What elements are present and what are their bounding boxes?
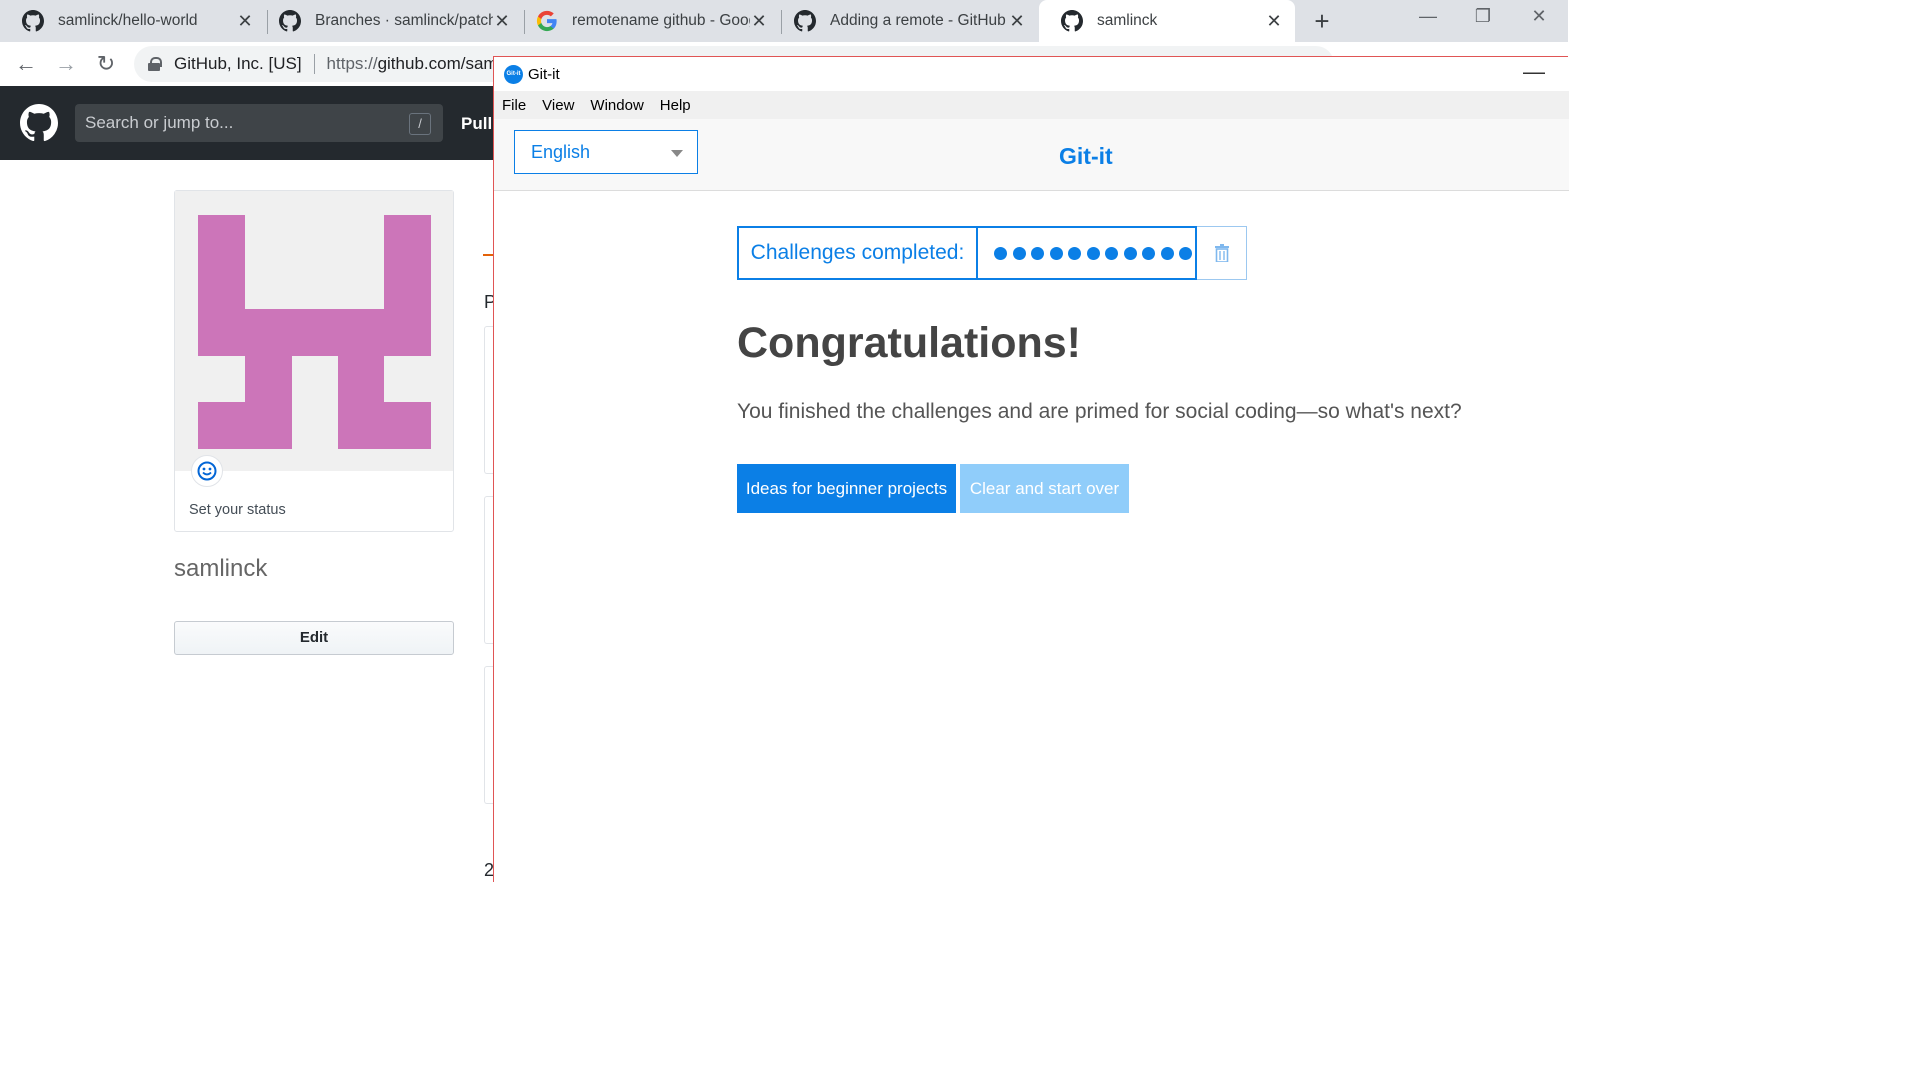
omnibox-separator bbox=[313, 54, 315, 74]
tab-title: samlinck/hello-world bbox=[58, 12, 198, 29]
identicon-image bbox=[198, 215, 431, 449]
tab-title: samlinck bbox=[1097, 12, 1158, 29]
edit-profile-button[interactable]: Edit bbox=[174, 621, 454, 655]
site-identity: GitHub, Inc. [US] bbox=[174, 54, 302, 73]
github-icon bbox=[279, 10, 301, 32]
gitit-titlebar: Git-it Git-it — bbox=[494, 57, 1569, 91]
tab-adding-remote[interactable]: Adding a remote - GitHub Help ✕ bbox=[772, 0, 1038, 42]
tab-hello-world[interactable]: samlinck/hello-world ✕ bbox=[0, 0, 266, 42]
set-status-link[interactable]: Set your status bbox=[189, 502, 286, 518]
window-close-icon[interactable]: ✕ bbox=[1524, 6, 1554, 27]
github-icon bbox=[1061, 10, 1083, 32]
close-icon[interactable]: ✕ bbox=[1008, 11, 1026, 31]
completed-dot bbox=[1049, 246, 1063, 260]
menu-view[interactable]: View bbox=[542, 97, 574, 114]
url-protocol: https:// bbox=[326, 54, 378, 73]
completed-dot bbox=[1086, 246, 1100, 260]
minimize-icon[interactable]: — bbox=[1523, 59, 1545, 85]
finished-message: You finished the challenges and are prim… bbox=[737, 400, 1462, 423]
completed-dot bbox=[994, 246, 1007, 260]
close-icon[interactable]: ✕ bbox=[1265, 11, 1283, 31]
gitit-app-icon: Git-it bbox=[504, 65, 523, 84]
completed-dot bbox=[1123, 246, 1137, 260]
congratulations-heading: Congratulations! bbox=[737, 319, 1081, 367]
completed-dot bbox=[1179, 246, 1192, 260]
window-restore-icon[interactable]: ❐ bbox=[1468, 6, 1498, 27]
github-icon bbox=[794, 10, 816, 32]
challenges-progress: Challenges completed: bbox=[737, 226, 1247, 280]
reload-icon[interactable]: ↻ bbox=[92, 50, 120, 78]
tab-title: Adding a remote - GitHub Help bbox=[830, 12, 1008, 29]
menu-help[interactable]: Help bbox=[660, 97, 691, 114]
tab-strip: samlinck/hello-world ✕ Branches · samlin… bbox=[0, 0, 1568, 42]
profile-avatar-card: Set your status bbox=[174, 190, 454, 532]
completed-dot bbox=[1160, 246, 1174, 260]
gitit-header: English Git-it bbox=[494, 119, 1569, 191]
tab-branches[interactable]: Branches · samlinck/patchwork ✕ bbox=[257, 0, 523, 42]
language-value: English bbox=[531, 141, 591, 162]
new-tab-button[interactable]: + bbox=[1308, 6, 1336, 37]
search-input[interactable]: Search or jump to... / bbox=[75, 104, 443, 142]
beginner-projects-button[interactable]: Ideas for beginner projects bbox=[737, 464, 956, 513]
window-title: Git-it bbox=[528, 66, 560, 83]
tab-google-search[interactable]: remotename github - Google Search ✕ bbox=[514, 0, 780, 42]
back-arrow-icon[interactable]: ← bbox=[12, 50, 40, 78]
gitit-brand[interactable]: Git-it bbox=[1059, 143, 1113, 170]
tab-title: remotename github - Google Search bbox=[572, 12, 750, 29]
lock-icon bbox=[148, 57, 162, 71]
language-select[interactable]: English bbox=[514, 130, 698, 174]
forward-arrow-icon[interactable]: → bbox=[52, 50, 80, 78]
window-minimize-icon[interactable]: — bbox=[1413, 6, 1443, 27]
tab-samlinck[interactable]: samlinck ✕ bbox=[1039, 0, 1295, 42]
completed-dot bbox=[1012, 246, 1026, 260]
progress-dots bbox=[978, 226, 1197, 280]
menu-window[interactable]: Window bbox=[590, 97, 643, 114]
tab-title: Branches · samlinck/patchwork bbox=[315, 12, 493, 29]
menu-file[interactable]: File bbox=[502, 97, 526, 114]
chevron-down-icon bbox=[671, 150, 683, 157]
github-logo-icon[interactable] bbox=[20, 104, 58, 142]
gitit-window: Git-it Git-it — File View Window Help En… bbox=[493, 56, 1569, 882]
close-icon[interactable]: ✕ bbox=[493, 11, 511, 31]
github-icon bbox=[22, 10, 44, 32]
slash-shortcut-key: / bbox=[409, 113, 431, 135]
completed-dot bbox=[1142, 246, 1155, 260]
avatar[interactable] bbox=[175, 191, 453, 471]
clear-start-over-button[interactable]: Clear and start over bbox=[960, 464, 1129, 513]
google-icon bbox=[536, 10, 557, 32]
progress-label: Challenges completed: bbox=[737, 226, 978, 280]
search-placeholder: Search or jump to... bbox=[85, 113, 234, 132]
completed-dot bbox=[1068, 246, 1081, 260]
smiley-icon[interactable] bbox=[191, 455, 223, 487]
completed-dot bbox=[1031, 246, 1044, 260]
profile-username: samlinck bbox=[174, 555, 268, 582]
completed-dot bbox=[1105, 246, 1118, 260]
menu-bar: File View Window Help bbox=[494, 91, 1569, 119]
close-icon[interactable]: ✕ bbox=[750, 11, 768, 31]
trash-icon[interactable] bbox=[1197, 226, 1247, 280]
close-icon[interactable]: ✕ bbox=[236, 11, 254, 31]
